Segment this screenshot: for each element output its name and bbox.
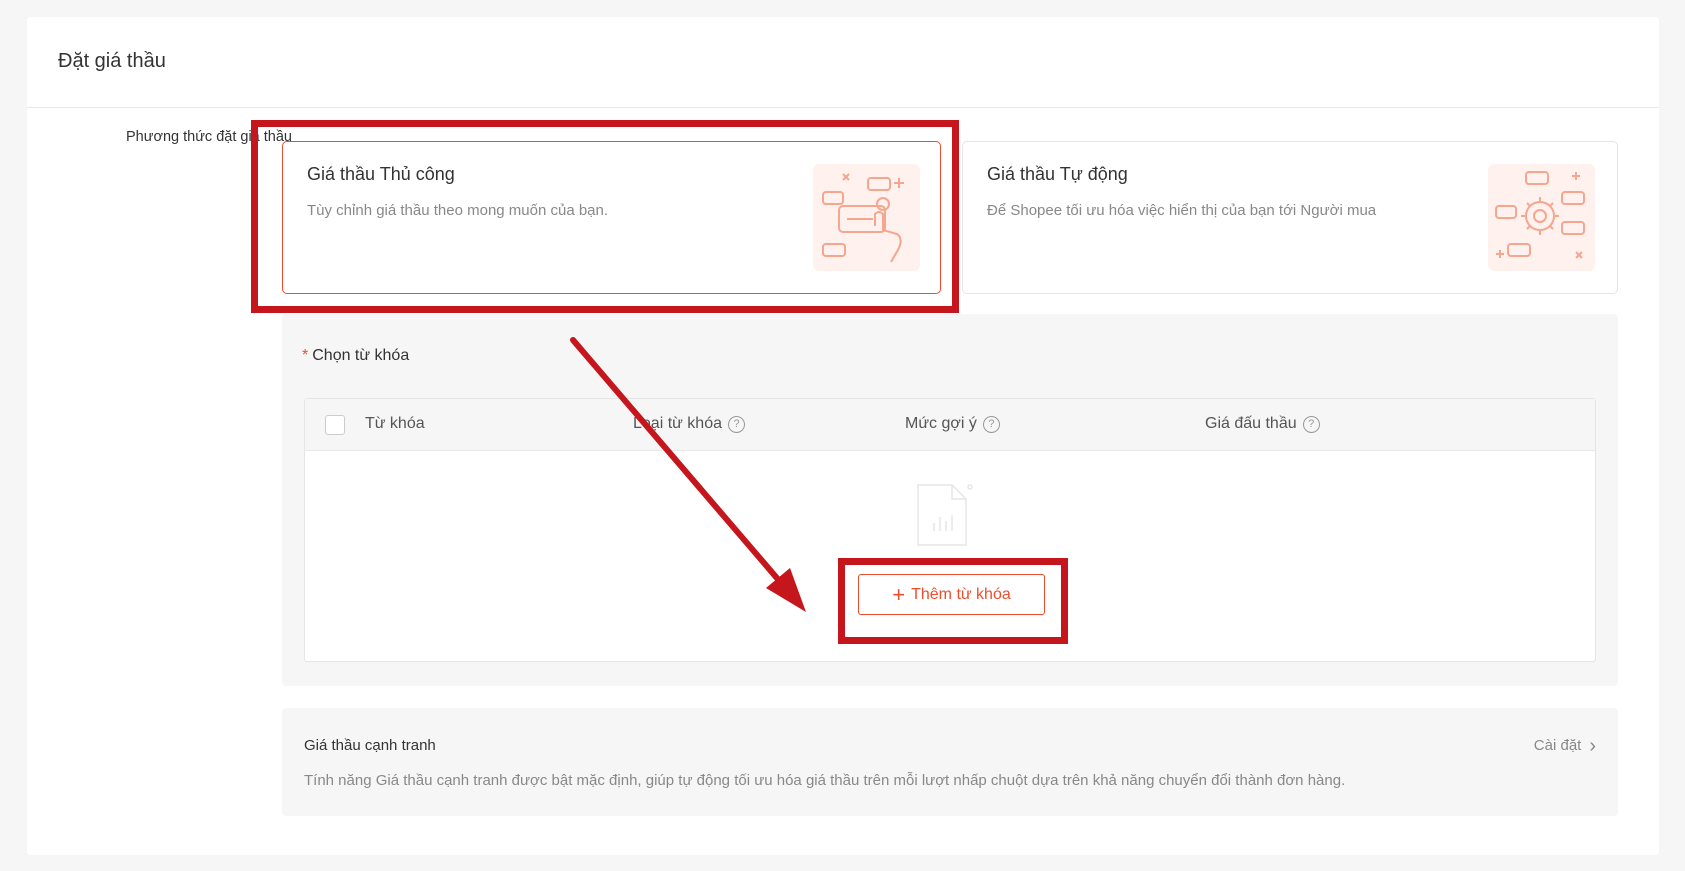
select-all-checkbox[interactable] (325, 415, 345, 435)
gear-illustration-icon (1488, 164, 1595, 271)
hand-click-illustration-icon (813, 164, 920, 271)
empty-document-icon (910, 481, 974, 549)
help-icon[interactable]: ? (1302, 415, 1320, 433)
column-keyword: Từ khóa (365, 415, 425, 433)
add-keyword-button[interactable]: + Thêm từ khóa (858, 574, 1045, 615)
plus-icon: + (892, 581, 906, 607)
keyword-table: Từ khóa Loại từ khóa ? Mức gợi ý ? Giá đ… (304, 398, 1596, 662)
page-title: Đặt giá thầu (58, 50, 166, 72)
panel-header: Đặt giá thầu (27, 17, 1659, 108)
auto-bid-description: Để Shopee tối ưu hóa việc hiển thị của b… (987, 202, 1377, 219)
column-suggested-label: Mức gợi ý (905, 415, 977, 432)
keyword-table-header: Từ khóa Loại từ khóa ? Mức gợi ý ? Giá đ… (305, 399, 1595, 451)
manual-bid-description: Tùy chỉnh giá thầu theo mong muốn của bạ… (307, 202, 609, 219)
competitive-bid-section: Giá thầu cạnh tranh Cài đặt › Tính năng … (282, 708, 1618, 816)
column-keyword-label: Từ khóa (365, 415, 425, 432)
required-mark: * (302, 347, 309, 364)
keyword-label-text: Chọn từ khóa (312, 347, 410, 364)
column-suggested: Mức gợi ý ? (905, 415, 1000, 433)
keyword-section: * Chọn từ khóa Từ khóa Loại từ khóa ? Mức… (282, 314, 1618, 686)
column-bid-price-label: Giá đấu thầu (1205, 415, 1297, 432)
competitive-bid-description: Tính năng Giá thầu cạnh tranh được bật m… (304, 772, 1346, 789)
manual-bid-title: Giá thầu Thủ công (307, 164, 455, 184)
chevron-right-icon: › (1589, 734, 1596, 757)
manual-bid-card[interactable]: Giá thầu Thủ công Tùy chỉnh giá thầu the… (282, 141, 941, 294)
settings-label: Cài đặt (1533, 737, 1582, 754)
help-icon[interactable]: ? (982, 415, 1000, 433)
column-keyword-type: Loại từ khóa ? (633, 415, 745, 433)
column-keyword-type-label: Loại từ khóa (633, 415, 722, 432)
competitive-bid-settings-link[interactable]: Cài đặt › (1533, 734, 1596, 757)
bid-method-label: Phương thức đặt giá thầu (126, 129, 292, 145)
add-keyword-label: Thêm từ khóa (911, 585, 1011, 603)
auto-bid-card[interactable]: Giá thầu Tự động Để Shopee tối ưu hóa vi… (962, 141, 1618, 294)
competitive-bid-title: Giá thầu cạnh tranh (304, 737, 436, 754)
column-bid-price: Giá đấu thầu ? (1205, 415, 1320, 433)
help-icon[interactable]: ? (728, 415, 745, 433)
keyword-label: * Chọn từ khóa (302, 347, 409, 365)
auto-bid-title: Giá thầu Tự động (987, 164, 1128, 184)
